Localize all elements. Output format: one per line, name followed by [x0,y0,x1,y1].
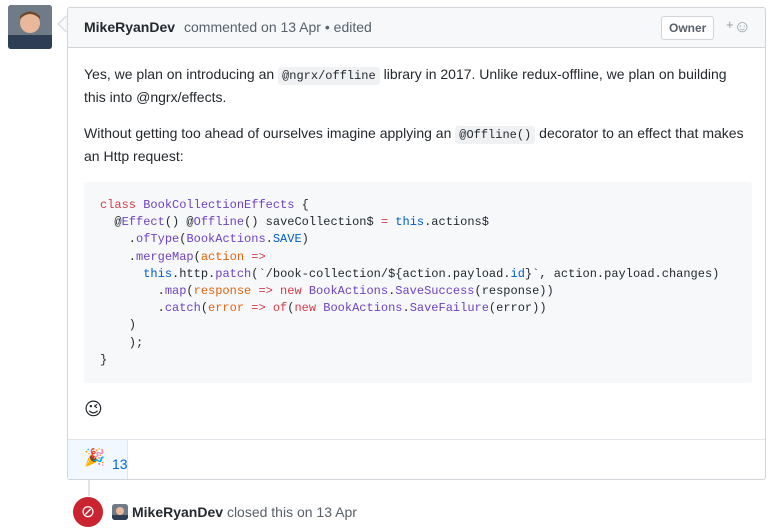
paragraph-text: Yes, we plan on introducing an [84,66,279,82]
event-text[interactable]: closed this on 13 Apr [227,504,357,520]
tada-icon: 🎉 [84,448,106,467]
smiley-icon: ☺ [733,17,751,36]
event-actor-link[interactable]: MikeRyanDev [132,504,223,520]
paragraph-text: Without getting too ahead of ourselves i… [84,125,456,141]
circle-slash-icon: ⊘ [73,497,103,527]
plus-icon: + [726,17,734,32]
comment-meta[interactable]: commented on 13 Apr • edited [184,19,372,35]
reaction-tada-button[interactable]: 🎉 13 [68,440,128,479]
owner-badge: Owner [661,16,715,40]
code-content: class BookCollectionEffects { @Effect() … [100,198,720,367]
add-reaction-button[interactable]: +☺ [726,17,751,37]
comment-paragraph-1: Yes, we plan on introducing an @ngrx/off… [84,64,752,108]
comment-author-link[interactable]: MikeRyanDev [84,19,175,35]
inline-code: @Offline() [455,126,536,144]
reactions-bar: 🎉 13 [68,439,765,479]
wink-emoji: 😉 [84,399,103,419]
inline-code: @ngrx/offline [278,67,380,85]
code-block: class BookCollectionEffects { @Effect() … [84,182,752,383]
comment-header: MikeRyanDev commented on 13 Apr • edited… [68,8,765,48]
timeline-line [88,480,90,496]
reaction-count: 13 [112,456,128,472]
comment-box: MikeRyanDev commented on 13 Apr • edited… [67,7,766,480]
closed-event: MikeRyanDev closed this on 13 Apr [112,504,357,520]
actor-avatar[interactable] [112,504,128,520]
comment-paragraph-2: Without getting too ahead of ourselves i… [84,123,752,167]
author-avatar[interactable] [8,5,52,49]
